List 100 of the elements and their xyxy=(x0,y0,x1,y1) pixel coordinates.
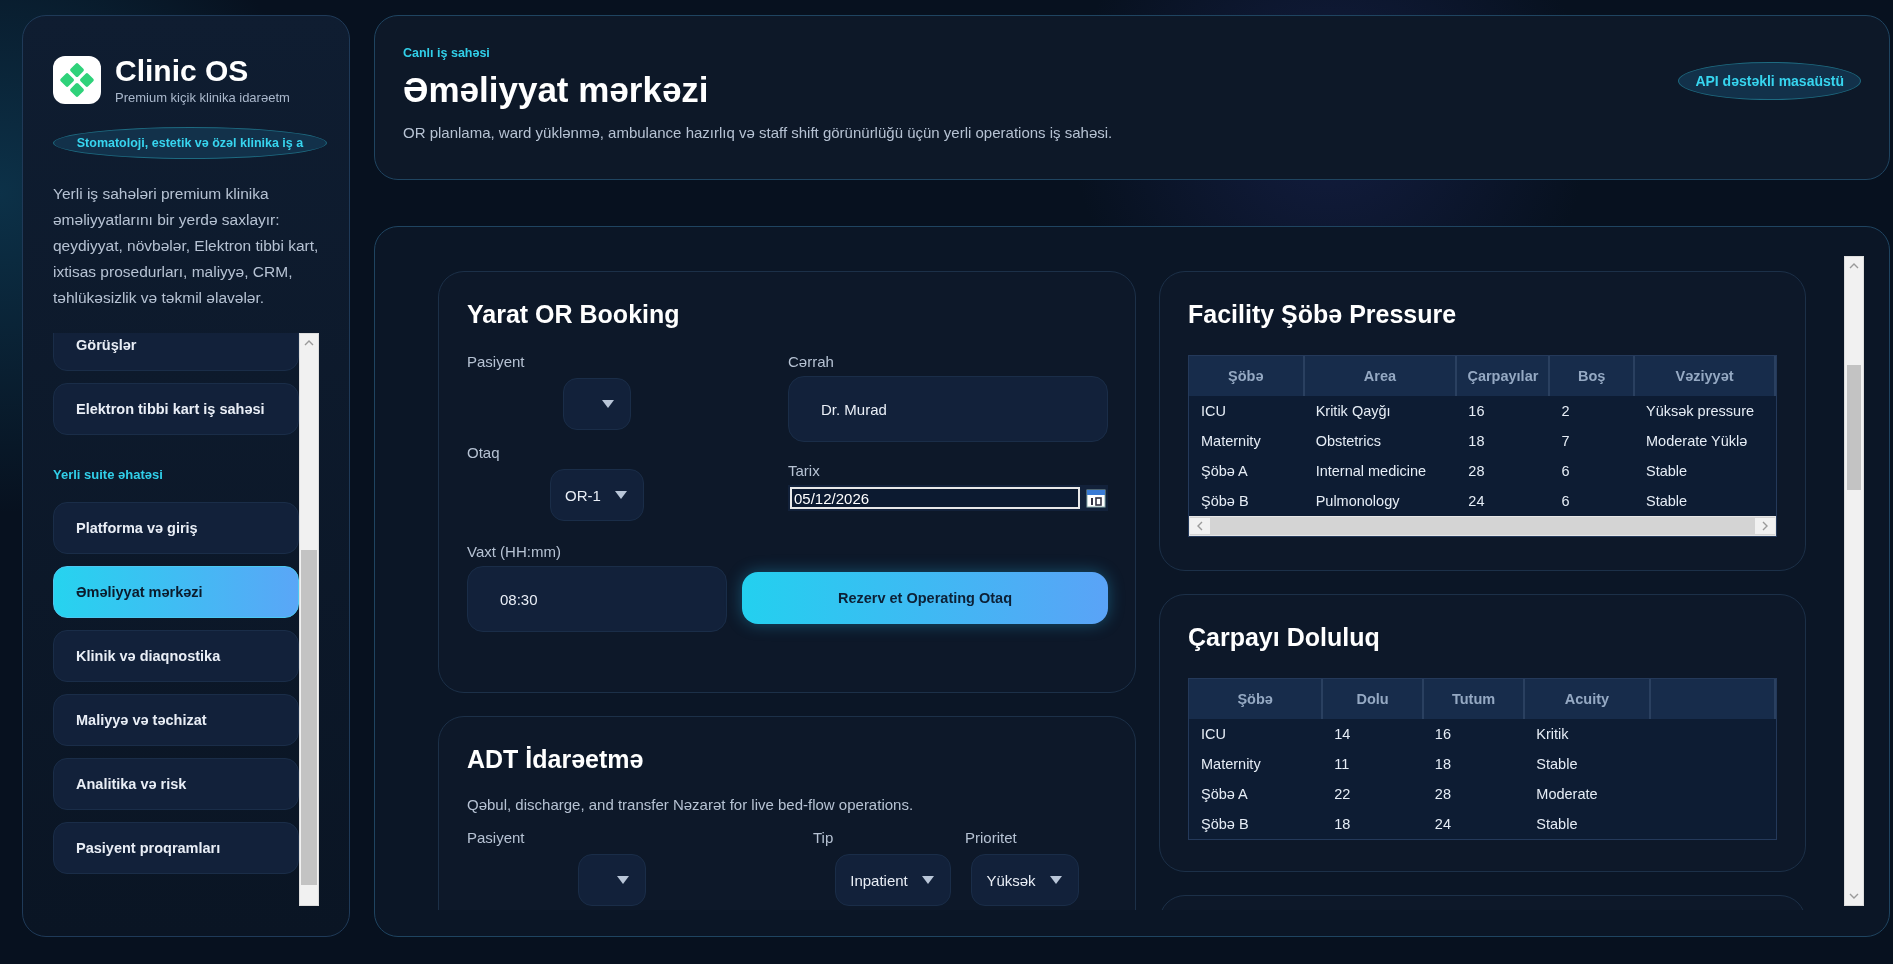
table-cell-text: 28 xyxy=(1433,785,1452,804)
field-label: Tip xyxy=(813,829,835,846)
nav-item[interactable]: Maliyyə və təchizat xyxy=(53,694,299,746)
table-cell: Kritik Qayğı xyxy=(1303,396,1457,426)
card-title: Yarat OR Booking xyxy=(467,300,681,329)
column-header: Şöbə xyxy=(1189,356,1304,396)
type-select[interactable]: Inpatient xyxy=(835,854,951,906)
table-cell-text: Pulmonology xyxy=(1314,492,1401,511)
table-cell-text: Internal medicine xyxy=(1314,462,1428,481)
scroll-up-icon[interactable] xyxy=(1849,261,1859,271)
nav-section-heading: Yerli suite əhatəsi xyxy=(53,466,164,484)
table-cell: Yüksək pressure xyxy=(1634,396,1775,426)
scrollbar[interactable] xyxy=(299,333,319,906)
room-select[interactable]: OR-1 xyxy=(550,469,644,521)
table-cell-text: 6 xyxy=(1560,492,1571,511)
scrollbar-thumb[interactable] xyxy=(1847,365,1861,490)
scroll-down-icon[interactable] xyxy=(1849,891,1859,901)
table-cell: 14 xyxy=(1322,719,1423,749)
field-label: Vaxt (HH:mm) xyxy=(467,543,562,560)
nav-item[interactable]: Pasiyent proqramları xyxy=(53,822,299,874)
column-header: Vəziyyət xyxy=(1634,356,1775,396)
api-badge: API dəstəkli masaüstü xyxy=(1678,62,1861,100)
app-subtitle: Premium kiçik klinika idarəetm xyxy=(115,90,290,105)
card-description: Qəbul, discharge, and transfer Nəzarət for live bed-flow operations. xyxy=(467,796,915,813)
field-label: Tarix xyxy=(788,462,821,479)
column-header: Dolu xyxy=(1322,679,1423,719)
table-cell-text: Stable xyxy=(1645,462,1689,481)
nav-item[interactable]: Əməliyyat mərkəzi xyxy=(53,566,299,618)
caret-icon xyxy=(617,876,629,884)
patient-select[interactable] xyxy=(578,854,646,906)
patient-select[interactable] xyxy=(563,378,631,430)
field-label: Pasiyent xyxy=(467,829,526,846)
column-header: Acuity xyxy=(1524,679,1650,719)
surgeon-input[interactable]: Dr. Murad xyxy=(788,376,1108,442)
table-cell-text: Maternity xyxy=(1200,755,1262,774)
sidebar-description: Yerli iş sahələri premium klinika əməliyyatlarını bir yerdə saxlayır: qeydiyyat, növbələr, Elektron tibbi kart, ixtisas prosedurları, maliyyə, CRM, təhlükəsizlik və təkmil əlavələr. xyxy=(53,184,320,308)
table-cell-text: Stable xyxy=(1645,492,1689,511)
table-cell: 2 xyxy=(1549,396,1635,426)
app-title: Clinic OS xyxy=(115,54,250,88)
table-cell-text: 18 xyxy=(1433,755,1452,774)
table-cell-text: 24 xyxy=(1433,815,1452,834)
eyebrow-label: Canlı iş sahəsi xyxy=(403,46,491,60)
nav-item[interactable]: Klinik və diaqnostika xyxy=(53,630,299,682)
table-cell-text: Şöbə A xyxy=(1200,785,1249,804)
field-label: Prioritet xyxy=(965,829,1018,846)
table-cell: ICU xyxy=(1189,396,1304,426)
table-cell-text: Obstetrics xyxy=(1314,432,1382,451)
table-cell-text: Moderate Yüklə xyxy=(1645,432,1749,451)
field-label: Cərrah xyxy=(788,353,835,370)
table-cell-text: Maternity xyxy=(1200,432,1262,451)
card-title: Çarpayı Doluluq xyxy=(1188,623,1381,652)
calendar-icon[interactable] xyxy=(1086,488,1106,508)
scrollbar[interactable] xyxy=(1844,256,1864,906)
date-input[interactable]: 05/12/2026 xyxy=(788,485,1108,511)
column-header: Area xyxy=(1303,356,1457,396)
field-label: Pasiyent xyxy=(467,353,526,370)
table-cell-text: Stable xyxy=(1535,815,1579,834)
caret-icon xyxy=(614,491,627,499)
nav-item[interactable]: Görüşlər xyxy=(53,333,299,371)
specialty-badge: Stomatoloji, estetik və özəl klinika iş a xyxy=(53,127,327,159)
table-cell-text: 28 xyxy=(1467,462,1486,481)
table-cell-text: Stable xyxy=(1535,755,1579,774)
nav-item[interactable]: Elektron tibbi kart iş sahəsi xyxy=(53,383,299,435)
scroll-up-icon[interactable] xyxy=(304,338,314,348)
scroll-left-icon[interactable] xyxy=(1195,521,1205,531)
table-cell-text: 6 xyxy=(1560,462,1571,481)
scroll-right-icon[interactable] xyxy=(1760,521,1770,531)
table-cell-text: 11 xyxy=(1333,755,1351,774)
column-header: Boş xyxy=(1549,356,1635,396)
table-cell: Kritik xyxy=(1524,719,1650,749)
scrollbar-thumb[interactable] xyxy=(301,550,317,885)
priority-select[interactable]: Yüksək xyxy=(971,854,1079,906)
book-button[interactable]: Rezerv et Operating Otaq xyxy=(742,572,1108,624)
table-cell-text: 18 xyxy=(1333,815,1352,834)
table-cell: ICU xyxy=(1189,719,1323,749)
table-cell: 16 xyxy=(1422,719,1525,749)
caret-icon xyxy=(602,400,614,408)
page-description: OR planlama, ward yüklənmə, ambulance hazırlıq və staff shift görünürlüğü üçün yerli operations iş sahəsi. xyxy=(403,124,1113,141)
caret-icon xyxy=(1049,876,1062,884)
table-cell-text: 22 xyxy=(1333,785,1352,804)
nav-item[interactable]: Platforma və giriş xyxy=(53,502,299,554)
page-title: Əməliyyat mərkəzi xyxy=(403,70,710,110)
scrollbar[interactable] xyxy=(1189,516,1776,536)
time-input[interactable]: 08:30 xyxy=(467,566,727,632)
nav-item[interactable]: Analitika və risk xyxy=(53,758,299,810)
card-title: ADT İdarəetmə xyxy=(467,745,645,774)
caret-icon xyxy=(921,876,934,884)
table-cell-text: Moderate xyxy=(1535,785,1599,804)
table-cell-text: Şöbə B xyxy=(1200,492,1250,511)
card-title: Facility Şöbə Pressure xyxy=(1188,300,1458,329)
field-label: Otaq xyxy=(467,444,501,461)
column-header: Tutum xyxy=(1422,679,1525,719)
table-cell-text: 18 xyxy=(1467,432,1486,451)
table-cell-text: 24 xyxy=(1467,492,1486,511)
column-header: Şöbə xyxy=(1189,679,1323,719)
table-cell-text: Şöbə A xyxy=(1200,462,1249,481)
column-header: Çarpayılar xyxy=(1456,356,1550,396)
logo-icon xyxy=(53,55,101,104)
table-cell-text: Şöbə B xyxy=(1200,815,1250,834)
table-cell-text: 7 xyxy=(1560,432,1571,451)
